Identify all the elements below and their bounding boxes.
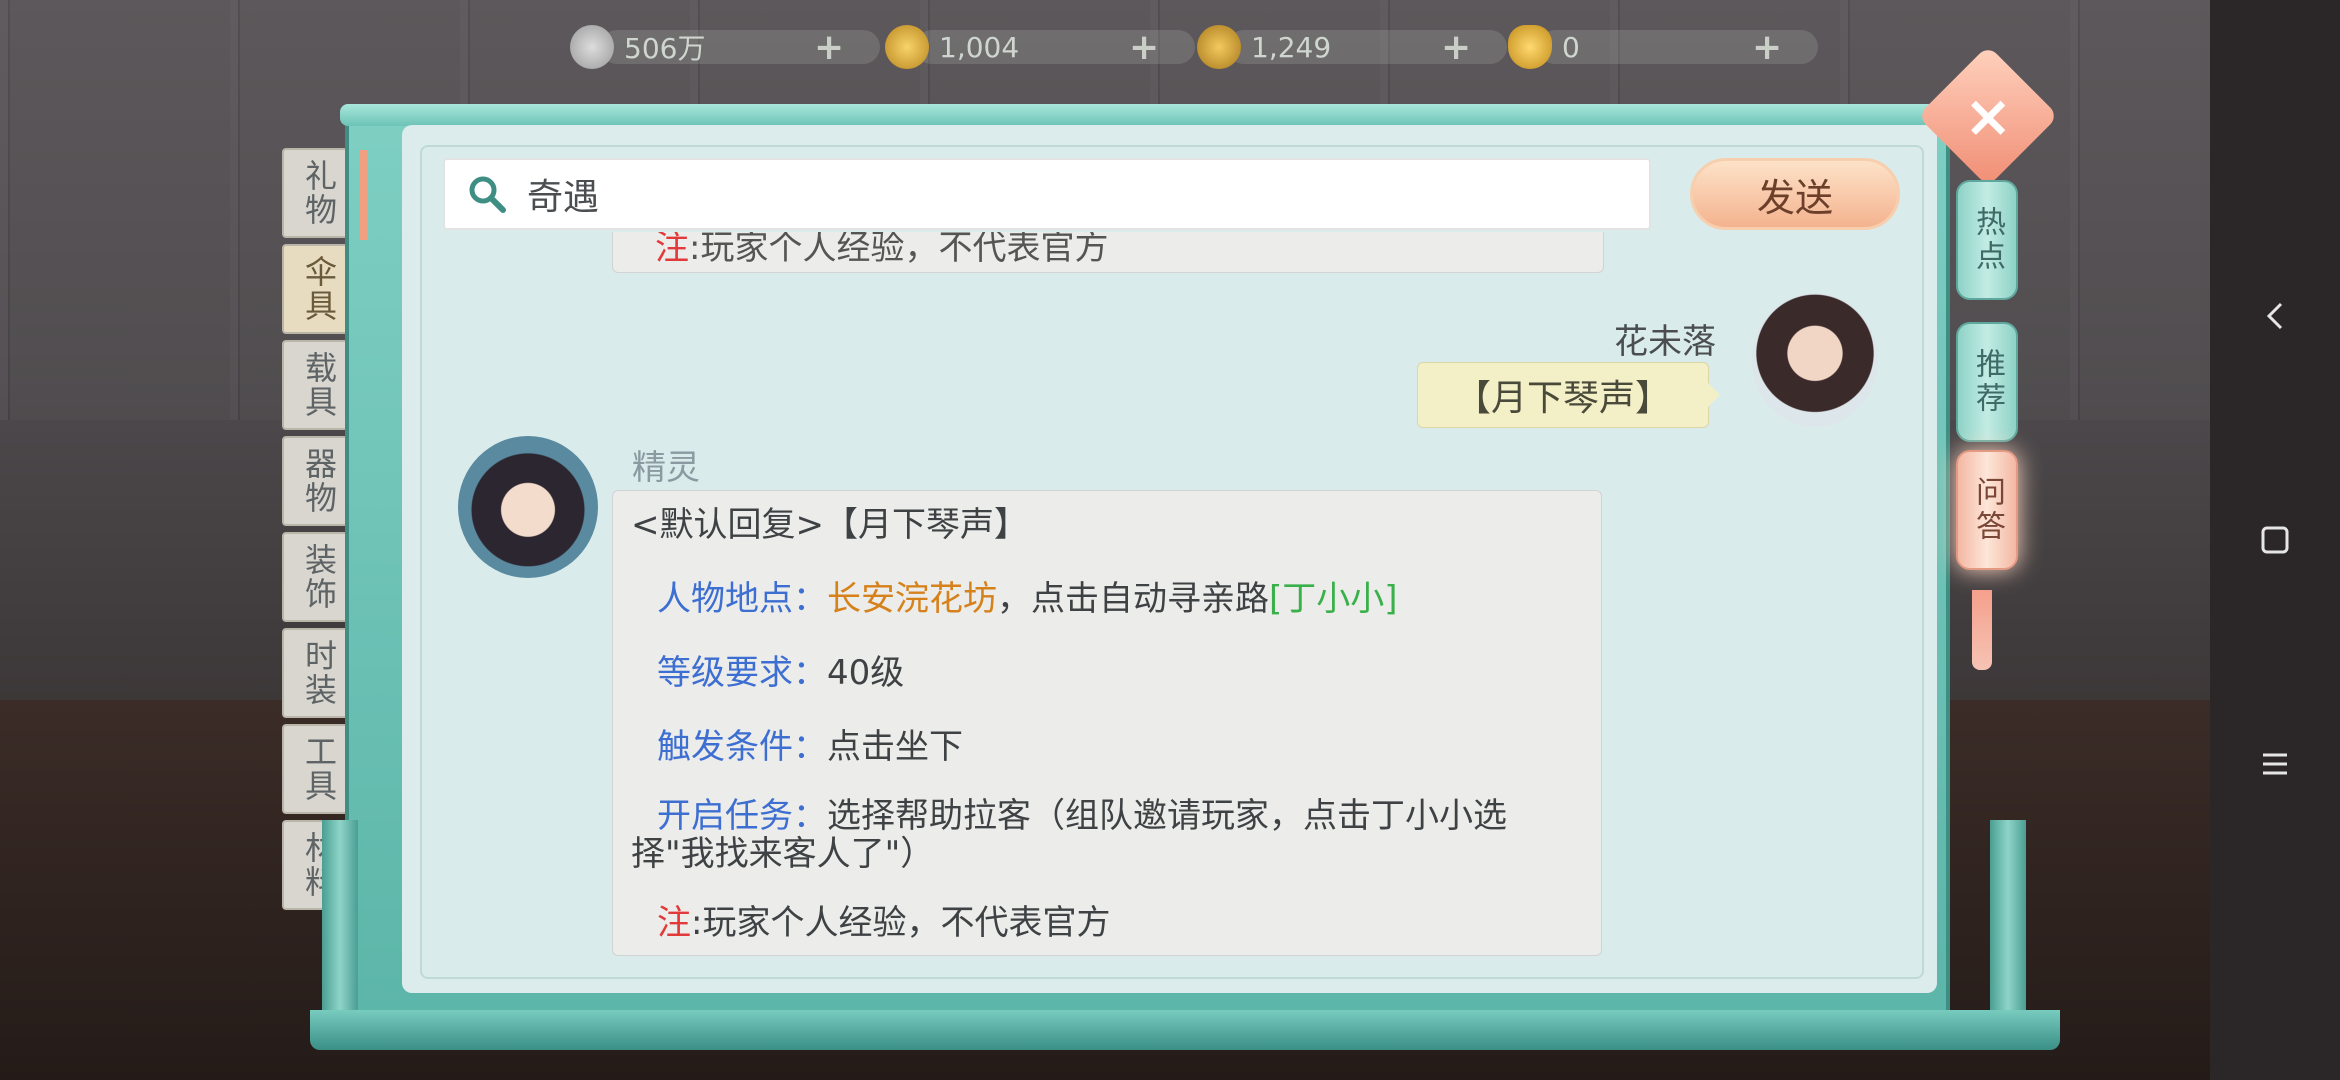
currency-silver: 506万 + [570,24,880,70]
npc-pathfind-link[interactable]: [丁小小] [1269,579,1398,619]
user-avatar[interactable] [1752,293,1878,427]
tassel-ornament [1972,590,1992,670]
menu-button[interactable] [2210,724,2340,804]
reply-trigger-line: 触发条件：点击坐下 [631,723,1583,771]
trigger-label: 触发条件： [657,727,827,767]
reply-header: <默认回复>【月下琴声】 [631,505,1028,545]
bell-ornament [360,150,368,240]
reply-location-line: 人物地点：长安浣花坊，点击自动寻亲路[丁小小] [631,575,1583,623]
currency-ingot-value: 0 [1562,30,1580,64]
railing-pillar-left [322,820,358,1040]
location-label: 人物地点： [657,579,827,619]
user-name: 花未落 [1614,322,1716,362]
chevron-left-icon [2266,302,2283,330]
search-icon [469,176,506,213]
trigger-value: 点击坐下 [827,727,963,767]
currency-gold: 1,004 + [885,24,1195,70]
currency-token-value: 1,249 [1251,30,1332,64]
add-token-button[interactable]: + [1441,27,1471,68]
tab-recommend[interactable]: 推荐 [1956,322,2018,442]
dialog-frame-base [310,1010,2060,1050]
reply-level-line: 等级要求：40级 [631,649,1583,697]
system-nav-bar [2210,0,2340,1080]
search-input[interactable]: 奇遇 [527,168,599,220]
home-button[interactable] [2210,500,2340,580]
gold-coin-icon [885,25,929,69]
reply-note-line: 注:玩家个人经验，不代表官方 [631,899,1583,947]
send-button[interactable]: 发送 [1690,158,1900,230]
bot-reply-bubble: <默认回复>【月下琴声】 人物地点：长安浣花坊，点击自动寻亲路[丁小小] 等级要… [612,490,1602,956]
back-button[interactable] [2210,276,2340,356]
add-ingot-button[interactable]: + [1752,27,1782,68]
bot-avatar [458,436,598,578]
currency-gold-value: 1,004 [939,30,1020,64]
menu-icon [2263,753,2287,775]
reply-task-line: 开启任务：选择帮助拉客（组队邀请玩家，点击丁小小选择"我找来客人了"） [631,797,1583,873]
note-label: 注 [657,903,691,943]
currency-silver-value: 506万 [624,32,706,65]
close-icon: × [1963,81,2013,150]
level-label: 等级要求： [657,653,827,693]
dialog-frame-top [340,104,1955,126]
previous-message-bubble: 注:玩家个人经验，不代表官方 [612,232,1604,273]
add-gold-button[interactable]: + [1129,27,1159,68]
currency-token: 1,249 + [1197,24,1507,70]
location-mid-text: ，点击自动寻亲路 [997,579,1269,619]
add-silver-button[interactable]: + [814,27,844,68]
location-place-link[interactable]: 长安浣花坊 [827,579,997,619]
user-message-bubble: 【月下琴声】 [1417,362,1720,428]
level-value: 40级 [827,653,905,693]
bot-name: 精灵 [632,448,700,488]
note-value: :玩家个人经验，不代表官方 [691,903,1111,943]
silver-coin-icon [570,25,614,69]
tab-hot[interactable]: 热点 [1956,180,2018,300]
tab-qa[interactable]: 问答 [1956,450,2018,570]
currency-ingot: 0 + [1508,24,1818,70]
task-label: 开启任务： [657,796,827,836]
gold-ingot-icon [1508,25,1552,69]
search-bar[interactable]: 奇遇 [443,158,1651,230]
railing-pillar-right [1990,820,2026,1040]
previous-message-text: 注:玩家个人经验，不代表官方 [655,232,1109,268]
ingot-token-icon [1197,25,1241,69]
square-icon [2261,526,2289,554]
